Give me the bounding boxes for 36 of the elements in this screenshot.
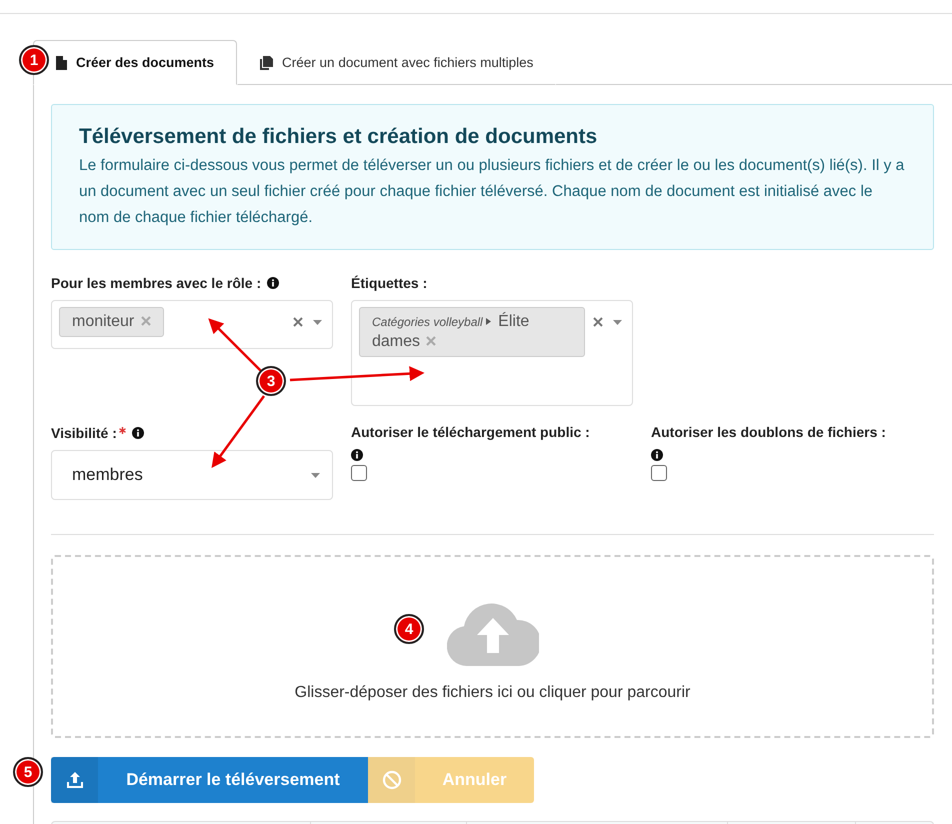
caret-icon[interactable] bbox=[613, 320, 622, 325]
info-text: Le formulaire ci-dessous vous permet de téléverser un ou plusieurs fichiers et de créer le ou les document(s) lié(s). Il y a un document avec un seul fichier créé pour chaque fichier téléversé. Chaque nom de document est initialisé avec le nom de chaque fichier téléchargé. bbox=[79, 156, 906, 228]
clear-icon[interactable] bbox=[593, 317, 603, 327]
upload-icon bbox=[66, 772, 82, 788]
field-label: Étiquettes : bbox=[351, 275, 428, 291]
caret-icon bbox=[486, 318, 491, 325]
step-marker: 1 bbox=[19, 45, 49, 75]
tab[interactable]: Créer un document avec fichiers multiples bbox=[237, 40, 556, 85]
caret-icon[interactable] bbox=[313, 320, 322, 325]
field-label: Autoriser les doublons de fichiers : bbox=[651, 424, 886, 440]
checkbox[interactable] bbox=[651, 465, 667, 481]
file-icon bbox=[56, 56, 67, 70]
field-label: Visibilité : bbox=[51, 425, 117, 441]
multiselect-field[interactable]: Catégories volleyball Élite dames bbox=[351, 300, 633, 406]
files-icon bbox=[260, 56, 274, 70]
tag: Catégories volleyball Élite dames bbox=[359, 307, 585, 357]
field-label: Autoriser le téléchargement public : bbox=[351, 424, 590, 440]
upload-button[interactable]: Démarrer le téléversement bbox=[51, 757, 368, 803]
clear-icon[interactable] bbox=[293, 317, 303, 327]
step-marker: 4 bbox=[394, 614, 424, 644]
info-title: Téléversement de fichiers et création de documents bbox=[79, 125, 598, 149]
arrow bbox=[208, 318, 263, 373]
checkbox[interactable] bbox=[351, 465, 367, 481]
dropzone-text: Glisser-déposer des fichiers ici ou cliquer pour parcourir bbox=[294, 684, 690, 702]
info-icon[interactable] bbox=[267, 277, 280, 289]
step-marker: 5 bbox=[13, 757, 43, 787]
ban-icon bbox=[382, 770, 402, 790]
select-field[interactable]: membres bbox=[51, 450, 333, 500]
info-icon[interactable] bbox=[132, 427, 144, 439]
tag: moniteur bbox=[59, 307, 164, 337]
field-label: Pour les membres avec le rôle : bbox=[51, 275, 262, 291]
step-marker: 3 bbox=[256, 366, 286, 396]
multiselect-field[interactable]: moniteur bbox=[51, 300, 333, 349]
caret-icon bbox=[311, 472, 320, 478]
info-icon[interactable] bbox=[651, 449, 663, 461]
info-icon[interactable] bbox=[351, 449, 363, 461]
